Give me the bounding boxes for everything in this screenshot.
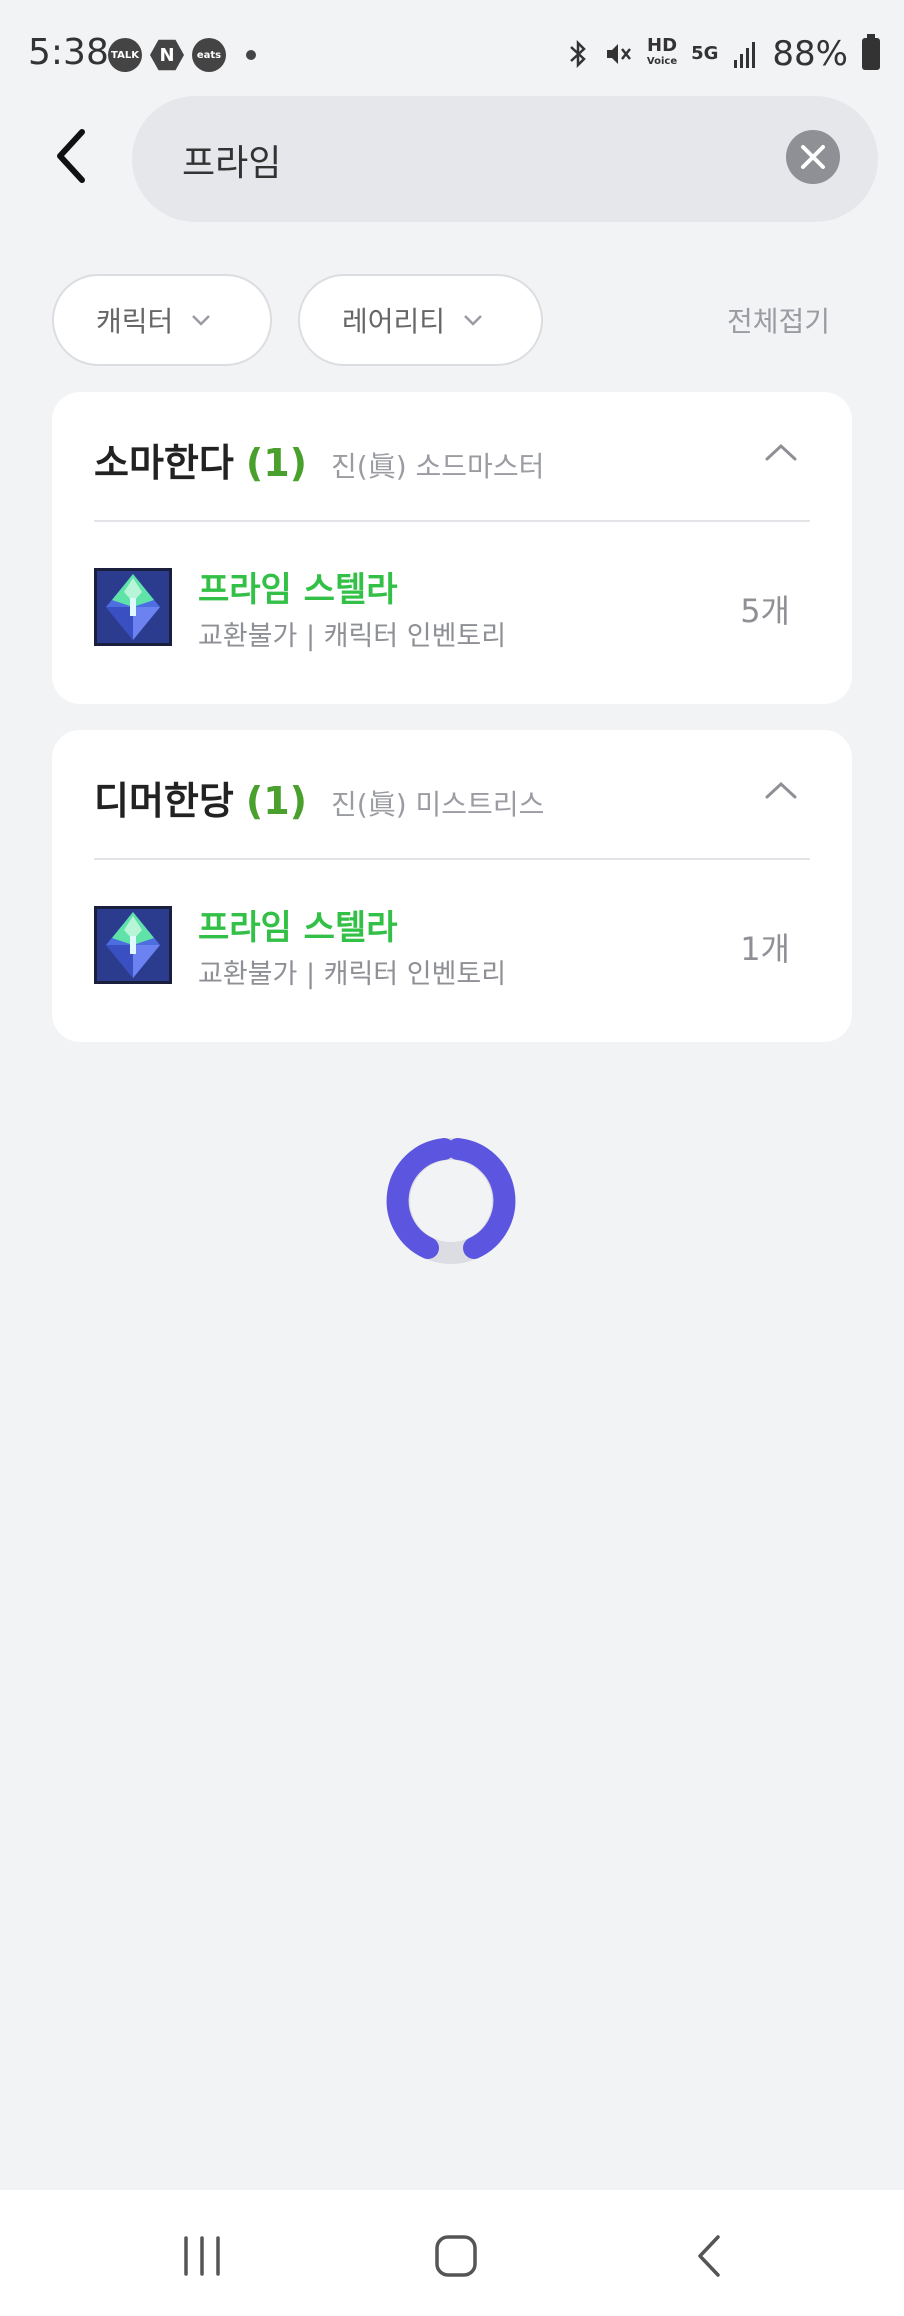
mute-icon <box>606 44 631 64</box>
character-class: 진(眞) 소드마스터 <box>331 450 545 483</box>
search-input[interactable]: 프라임 <box>132 96 878 222</box>
item-description: 교환불가 | 캐릭터 인벤토리 <box>198 621 507 652</box>
item-quantity: 5개 <box>740 592 790 630</box>
character-group-header[interactable]: 소마한다 (1) 진(眞) 소드마스터 <box>94 432 544 487</box>
character-group-card: 소마한다 (1) 진(眞) 소드마스터 프라임 스텔라 교환불가 | 캐릭터 인… <box>52 392 852 704</box>
nav-home-icon[interactable] <box>434 2234 478 2278</box>
item-row[interactable]: 프라임 스텔라 교환불가 | 캐릭터 인벤토리 1개 <box>94 906 810 990</box>
character-name: 디머한당 <box>94 779 234 823</box>
chevron-down-icon <box>192 315 211 326</box>
chevron-up-icon[interactable] <box>764 442 798 462</box>
divider <box>94 858 810 860</box>
hd-voice-icon: HD Voice <box>646 35 678 68</box>
system-status-icons: HD Voice 5G 88% <box>567 34 880 74</box>
eats-notification-icon: eats <box>192 38 226 72</box>
character-filter-label: 캐릭터 <box>96 305 174 338</box>
status-time: 5:38 <box>28 32 109 73</box>
prime-stella-item-icon <box>94 568 172 646</box>
battery-icon <box>862 34 880 70</box>
search-query: 프라임 <box>182 143 282 184</box>
talk-notification-icon: TALK <box>108 38 142 72</box>
item-row[interactable]: 프라임 스텔라 교환불가 | 캐릭터 인벤토리 5개 <box>94 568 810 652</box>
nav-back-icon[interactable] <box>694 2234 724 2278</box>
status-bar: 5:38 TALK N eats HD Voice 5G 88% <box>0 0 904 110</box>
chevron-up-icon[interactable] <box>764 780 798 800</box>
character-filter-dropdown[interactable]: 캐릭터 <box>52 274 272 366</box>
loading-spinner <box>386 1138 516 1264</box>
item-description: 교환불가 | 캐릭터 인벤토리 <box>198 959 507 990</box>
notification-icons: TALK N eats <box>108 38 256 72</box>
n-notification-icon: N <box>150 39 184 71</box>
collapse-all-button[interactable]: 전체접기 <box>727 300 830 340</box>
divider <box>94 520 810 522</box>
rarity-filter-dropdown[interactable]: 레어리티 <box>298 274 543 366</box>
character-group-card: 디머한당 (1) 진(眞) 미스트리스 프라임 스텔라 교환불가 | 캐릭터 인… <box>52 730 852 1042</box>
signal-icon <box>734 42 756 68</box>
character-name: 소마한다 <box>94 441 234 485</box>
system-navigation-bar <box>0 2190 904 2316</box>
character-group-header[interactable]: 디머한당 (1) 진(眞) 미스트리스 <box>94 770 544 825</box>
character-item-count: (1) <box>245 779 308 823</box>
prime-stella-item-icon <box>94 906 172 984</box>
more-notifications-dot <box>246 50 256 60</box>
character-item-count: (1) <box>245 441 308 485</box>
rarity-filter-label: 레어리티 <box>342 305 446 338</box>
back-button[interactable] <box>52 128 104 188</box>
item-name: 프라임 스텔라 <box>198 570 398 610</box>
clear-icon <box>801 145 825 169</box>
chevron-down-icon <box>464 315 482 326</box>
item-name: 프라임 스텔라 <box>198 908 398 948</box>
nav-recent-icon[interactable] <box>180 2236 224 2276</box>
back-arrow-icon <box>57 129 85 183</box>
battery-percent: 88% <box>772 34 848 74</box>
bluetooth-icon <box>570 39 586 69</box>
network-5g-icon: 5G <box>691 43 719 64</box>
clear-search-button[interactable] <box>786 130 840 184</box>
character-class: 진(眞) 미스트리스 <box>331 788 545 821</box>
item-quantity: 1개 <box>740 930 790 968</box>
